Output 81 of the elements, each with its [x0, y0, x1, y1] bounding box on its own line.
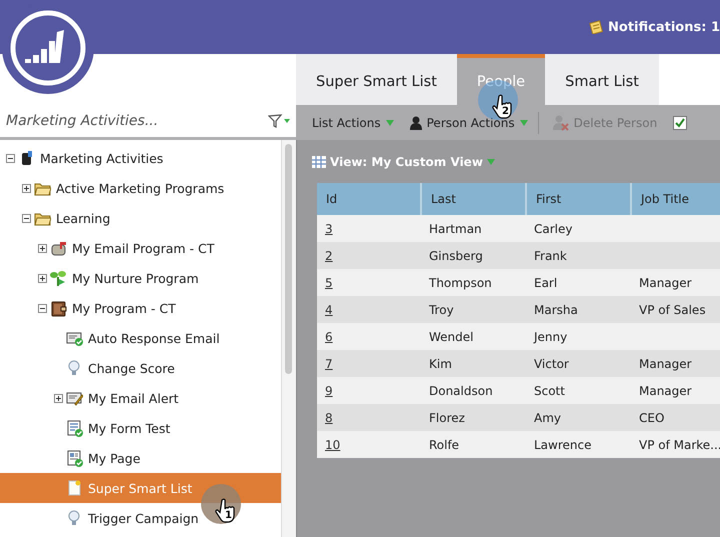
form-check-icon	[66, 420, 83, 436]
expand-icon[interactable]	[38, 244, 47, 252]
tree-item[interactable]: My Nurture Program	[0, 263, 199, 293]
table-cell: Amy	[526, 404, 631, 431]
table-cell: Donaldson	[420, 377, 526, 404]
tab[interactable]: Smart List	[545, 54, 659, 105]
tree-item[interactable]: Change Score	[0, 353, 175, 383]
table-cell: Earl	[526, 269, 631, 296]
table-cell: VP of Sales	[630, 296, 720, 323]
id-link[interactable]: 10	[325, 438, 340, 452]
email-pencil-icon	[66, 390, 83, 406]
sprout-icon	[50, 270, 67, 286]
id-link[interactable]: 7	[325, 356, 333, 370]
tree-item[interactable]: My Program - CT	[0, 293, 176, 323]
caret-icon	[486, 158, 495, 164]
id-link[interactable]: 5	[325, 276, 333, 290]
table-cell: Troy	[420, 296, 526, 323]
column-header[interactable]: Id	[317, 183, 421, 215]
table-cell: Ginsberg	[420, 242, 526, 269]
table-cell: Kim	[420, 350, 526, 377]
table-cell: Hartman	[420, 215, 526, 242]
hand-cursor-icon	[215, 498, 237, 524]
scrollbar[interactable]	[281, 140, 296, 537]
table-cell: Florez	[420, 404, 526, 431]
id-link[interactable]: 6	[325, 330, 333, 344]
briefcase-icon	[50, 300, 67, 316]
table-cell: Manager	[630, 269, 720, 296]
person-remove-icon	[552, 114, 569, 130]
caret-icon	[520, 120, 528, 126]
table-cell: Manager	[630, 350, 720, 377]
page-check-icon	[66, 450, 83, 466]
table-cell: Scott	[526, 377, 631, 404]
tree-item[interactable]: Trigger Campaign	[0, 503, 199, 533]
tab[interactable]: Super Smart List	[296, 54, 457, 105]
tree-item[interactable]: Marketing Activities	[0, 143, 164, 173]
note-icon	[589, 20, 604, 34]
id-link[interactable]: 9	[325, 384, 333, 398]
email-check-icon	[66, 330, 83, 346]
document-icon	[66, 480, 83, 496]
column-header[interactable]: Last	[420, 183, 526, 215]
scrollbar-thumb[interactable]	[285, 144, 292, 374]
expand-icon[interactable]	[54, 394, 63, 402]
collapse-icon[interactable]	[6, 154, 15, 162]
grid-icon	[312, 156, 326, 168]
table-cell: CEO	[630, 404, 720, 431]
tree-item[interactable]: My Email Program - CT	[0, 233, 214, 263]
id-link[interactable]: 3	[325, 222, 333, 236]
tree-item[interactable]: My Form Test	[0, 413, 170, 443]
filter-icon[interactable]	[268, 114, 290, 128]
expand-icon[interactable]	[38, 274, 47, 282]
toolbar-button[interactable]: List Actions	[306, 112, 400, 132]
checkbox-icon	[673, 116, 688, 130]
caret-icon	[386, 120, 394, 126]
table-cell: Thompson	[420, 269, 526, 296]
table-cell: Rolfe	[420, 431, 526, 458]
collapse-icon[interactable]	[38, 304, 47, 312]
column-header[interactable]: Job Title	[630, 183, 720, 215]
table-cell: Victor	[526, 350, 631, 377]
tree-item[interactable]: Learning	[0, 203, 110, 233]
table-cell: Marsha	[526, 296, 631, 323]
person-icon	[410, 116, 422, 130]
tree-item[interactable]: Auto Response Email	[0, 323, 220, 353]
column-header[interactable]: First	[526, 183, 631, 215]
table-cell: Frank	[526, 242, 631, 269]
tree-item[interactable]: Active Marketing Programs	[0, 173, 224, 203]
mailbox-icon	[50, 240, 67, 256]
collapse-icon[interactable]	[22, 214, 31, 222]
tree-item[interactable]: My Page	[0, 443, 140, 473]
table-cell: Wendel	[420, 323, 526, 350]
id-link[interactable]: 8	[325, 410, 333, 424]
table-cell: Lawrence	[526, 431, 631, 458]
table-cell: Manager	[630, 377, 720, 404]
tree-item[interactable]: My Email Alert	[0, 383, 179, 413]
table-cell: Carley	[526, 215, 631, 242]
notifications-link[interactable]: Notifications: 1	[608, 20, 720, 34]
table-cell: Jenny	[526, 323, 631, 350]
expand-icon[interactable]	[22, 184, 31, 192]
step-number: 1	[225, 510, 232, 521]
id-link[interactable]: 4	[325, 302, 333, 316]
id-link[interactable]: 2	[325, 248, 333, 262]
table-cell: VP of Marke...	[630, 431, 720, 458]
